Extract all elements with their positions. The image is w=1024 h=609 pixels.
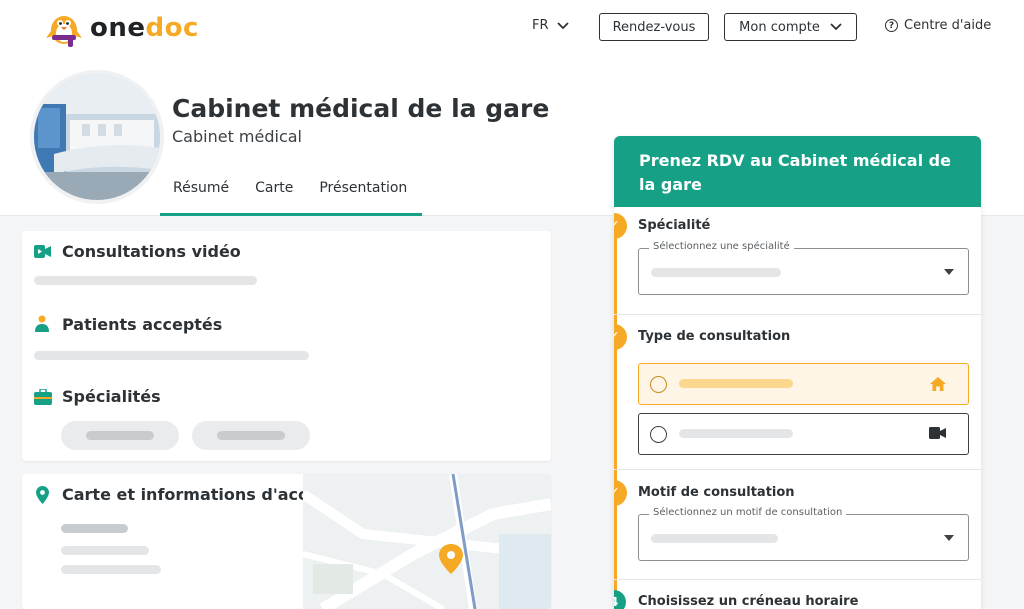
dropdown-caret-icon [944,269,954,275]
loading-placeholder [61,524,128,533]
radio-button[interactable] [650,376,667,393]
video-consultations-title: Consultations vidéo [62,242,241,261]
loading-placeholder [679,379,793,388]
step-reason-title: Motif de consultation [638,485,795,500]
step-number-badge: 4 [614,590,626,609]
step-time-slot-title: Choisissez un créneau horaire [638,594,859,609]
summary-card: Consultations vidéo Patients acceptés Sp… [22,231,551,461]
map-access-title: Carte et informations d'accès [62,485,328,504]
profile-tabs: Résumé Carte Présentation [160,174,420,216]
booking-panel-title: Prenez RDV au Cabinet médical de la gare [614,136,981,207]
step-divider [614,579,981,580]
help-center-link[interactable]: ? Centre d'aide [885,18,991,33]
step-divider [614,314,981,315]
tab-carte[interactable]: Carte [242,174,306,216]
consultation-option-in-person[interactable] [638,363,969,405]
language-selector[interactable]: FR [532,18,569,33]
check-icon: ✓ [614,213,627,239]
tab-active-indicator [160,213,422,216]
penguin-mascot-icon [44,8,84,48]
step-divider [614,469,981,470]
loading-placeholder [61,565,161,574]
dropdown-caret-icon [944,535,954,541]
question-mark-icon: ? [885,19,898,32]
check-icon: ✓ [614,480,627,506]
patients-accepted-title: Patients acceptés [62,315,223,334]
chevron-down-icon [556,21,569,29]
specialty-select-label: Sélectionnez une spécialité [649,241,794,252]
tab-resume[interactable]: Résumé [160,174,242,216]
appointments-button[interactable]: Rendez-vous [599,13,709,41]
loading-placeholder [651,268,781,277]
loading-placeholder [679,429,793,438]
person-icon [35,315,49,332]
clinic-type: Cabinet médical [172,127,302,146]
logo-one: one [90,13,146,43]
reason-select[interactable]: Sélectionnez un motif de consultation [638,507,969,561]
loading-placeholder [61,546,149,555]
video-camera-icon [34,245,51,258]
account-button[interactable]: Mon compte [724,13,857,41]
booking-timeline [614,224,617,609]
loading-placeholder [217,431,285,440]
clinic-name: Cabinet médical de la gare [172,94,550,123]
top-navigation-bar: onedoc FR Rendez-vous Mon compte ? Centr… [0,0,1024,56]
reason-select-label: Sélectionnez un motif de consultation [649,507,847,518]
video-camera-icon [929,427,946,439]
location-pin-icon [36,486,49,504]
booking-panel: Prenez RDV au Cabinet médical de la gare… [614,136,981,609]
loading-placeholder [34,276,257,285]
step-specialty-title: Spécialité [638,218,711,233]
logo-doc: doc [145,13,199,43]
loading-placeholder [34,351,309,360]
specialty-chip [61,421,179,450]
logo-wordmark: onedoc [90,13,199,43]
specialties-title: Spécialités [62,387,161,406]
specialty-chip [192,421,310,450]
location-map[interactable] [303,474,551,609]
loading-placeholder [651,534,778,543]
check-icon: ✓ [614,324,627,350]
account-button-label: Mon compte [739,19,820,35]
chevron-down-icon [830,23,842,31]
home-icon [930,377,946,391]
radio-button[interactable] [650,426,667,443]
step-consultation-type-title: Type de consultation [638,329,791,344]
map-access-card: Carte et informations d'accès [22,474,551,609]
help-center-label: Centre d'aide [904,18,992,33]
clinic-photo [30,70,164,204]
loading-placeholder [86,431,154,440]
tab-presentation[interactable]: Présentation [306,174,420,216]
briefcase-icon [34,389,52,405]
specialty-select[interactable]: Sélectionnez une spécialité [638,241,969,295]
onedoc-logo[interactable]: onedoc [44,8,199,48]
language-label: FR [532,18,549,33]
consultation-option-video[interactable] [638,413,969,455]
